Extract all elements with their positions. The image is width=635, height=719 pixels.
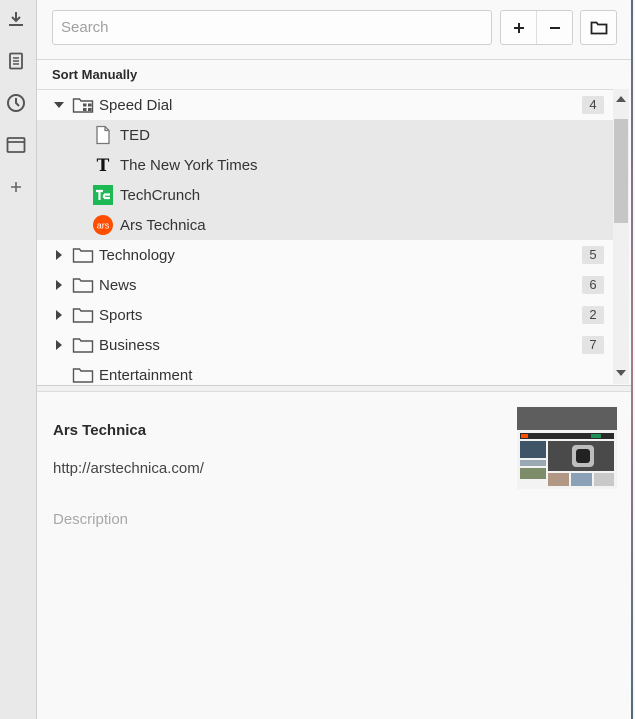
tree-label: TechCrunch bbox=[120, 186, 201, 204]
tree-row-nyt[interactable]: T The New York Times bbox=[37, 150, 613, 180]
tree-label: The New York Times bbox=[120, 156, 258, 174]
bookmarks-panel: Sort Manually Speed Dial 4 TED T The New… bbox=[37, 0, 633, 719]
svg-text:ars: ars bbox=[97, 221, 110, 231]
side-panel-rail bbox=[0, 0, 37, 719]
ars-icon: ars bbox=[93, 215, 113, 235]
tree-label: Sports bbox=[99, 306, 143, 324]
window-edge bbox=[631, 0, 633, 719]
tree-label: Business bbox=[99, 336, 160, 354]
bookmark-tree: Speed Dial 4 TED T The New York Times Te… bbox=[37, 89, 613, 384]
collapsed-arrow-icon[interactable] bbox=[53, 279, 65, 291]
tree-row-techcrunch[interactable]: TechCrunch bbox=[37, 180, 613, 210]
tree-row-ars-technica[interactable]: ars Ars Technica bbox=[37, 210, 613, 240]
tree-label: News bbox=[99, 276, 137, 294]
history-icon[interactable] bbox=[5, 92, 27, 114]
bookmark-thumbnail[interactable] bbox=[517, 407, 617, 489]
bookmark-title[interactable]: Ars Technica bbox=[53, 422, 146, 439]
svg-text:T: T bbox=[97, 156, 110, 175]
folder-icon bbox=[590, 21, 607, 35]
add-bookmark-button[interactable] bbox=[501, 11, 537, 44]
bookmark-count-badge: 4 bbox=[582, 96, 604, 114]
techcrunch-icon bbox=[93, 185, 113, 205]
folder-icon bbox=[72, 248, 94, 263]
scroll-thumb[interactable] bbox=[614, 119, 628, 223]
tree-label: Speed Dial bbox=[99, 96, 173, 114]
downloads-icon[interactable] bbox=[5, 8, 27, 30]
bookmark-count-badge: 2 bbox=[582, 306, 604, 324]
add-remove-group bbox=[500, 10, 573, 45]
window-icon[interactable] bbox=[5, 134, 27, 156]
bookmark-count-badge: 5 bbox=[582, 246, 604, 264]
collapsed-arrow-icon[interactable] bbox=[53, 249, 65, 261]
folder-icon bbox=[72, 308, 94, 323]
tree-scrollbar[interactable] bbox=[613, 89, 629, 384]
tree-label: Ars Technica bbox=[120, 216, 206, 234]
page-icon bbox=[96, 125, 110, 145]
collapsed-arrow-icon[interactable] bbox=[53, 309, 65, 321]
collapsed-arrow-icon[interactable] bbox=[53, 339, 65, 351]
tree-label: TED bbox=[120, 126, 150, 144]
sort-mode-label[interactable]: Sort Manually bbox=[52, 67, 137, 82]
scroll-down-arrow-icon[interactable] bbox=[616, 369, 626, 377]
tree-row-entertainment[interactable]: Entertainment bbox=[37, 360, 613, 384]
tree-row-news[interactable]: News 6 bbox=[37, 270, 613, 300]
tree-row-business[interactable]: Business 7 bbox=[37, 330, 613, 360]
folder-icon bbox=[72, 338, 94, 353]
tree-row-technology[interactable]: Technology 5 bbox=[37, 240, 613, 270]
bookmark-count-badge: 6 bbox=[582, 276, 604, 294]
bookmark-details: Ars Technica http://arstechnica.com/ Des… bbox=[37, 392, 633, 719]
folder-icon bbox=[72, 278, 94, 293]
search-input[interactable] bbox=[52, 10, 492, 45]
bookmark-count-badge: 7 bbox=[582, 336, 604, 354]
bookmark-url[interactable]: http://arstechnica.com/ bbox=[53, 460, 204, 477]
plus-icon bbox=[513, 22, 524, 33]
folder-icon bbox=[72, 368, 94, 383]
expanded-arrow-icon[interactable] bbox=[53, 99, 65, 111]
tree-row-ted[interactable]: TED bbox=[37, 120, 613, 150]
bookmarks-toolbar bbox=[37, 0, 633, 60]
tree-label: Entertainment bbox=[99, 366, 193, 384]
notes-icon[interactable] bbox=[5, 50, 27, 72]
bookmark-description[interactable]: Description bbox=[53, 511, 128, 528]
remove-bookmark-button[interactable] bbox=[537, 11, 572, 44]
tree-row-sports[interactable]: Sports 2 bbox=[37, 300, 613, 330]
minus-icon bbox=[549, 26, 560, 29]
pane-splitter[interactable] bbox=[37, 385, 633, 392]
scroll-up-arrow-icon[interactable] bbox=[616, 95, 626, 103]
tree-label: Technology bbox=[99, 246, 175, 264]
new-folder-button[interactable] bbox=[580, 10, 617, 45]
nyt-icon: T bbox=[97, 156, 110, 175]
add-panel-icon[interactable] bbox=[5, 176, 27, 198]
speed-dial-folder-icon bbox=[72, 98, 94, 113]
tree-row-speed-dial[interactable]: Speed Dial 4 bbox=[37, 90, 613, 120]
